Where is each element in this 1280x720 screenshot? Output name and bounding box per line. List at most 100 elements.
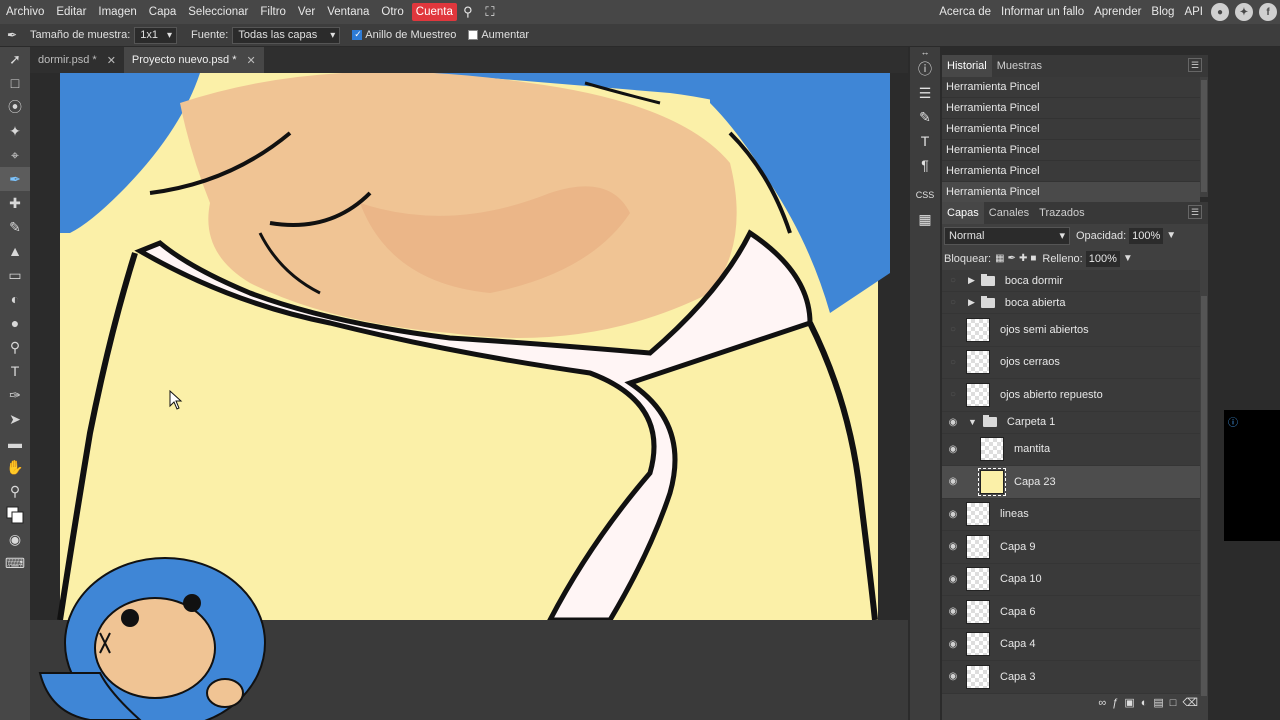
css-icon[interactable]: CSS bbox=[910, 183, 940, 207]
paragraph-icon[interactable]: ¶ bbox=[910, 153, 940, 177]
eye-icon[interactable]: ◉ bbox=[942, 574, 964, 585]
layer-row[interactable]: ◉ Capa 10 bbox=[942, 563, 1200, 596]
facebook-icon[interactable]: f bbox=[1259, 3, 1277, 21]
fullscreen-icon[interactable]: ⛶ bbox=[479, 0, 501, 24]
properties-icon[interactable]: ☰ bbox=[910, 81, 940, 105]
eraser-tool-icon[interactable]: ▭ bbox=[0, 263, 30, 287]
layer-row[interactable]: ○ ojos abierto repuesto bbox=[942, 379, 1200, 412]
menu-report-bug[interactable]: Informar un fallo bbox=[996, 0, 1089, 24]
tab-proyecto-nuevo[interactable]: Proyecto nuevo.psd * ✕ bbox=[123, 47, 264, 73]
lock-pixels-icon[interactable]: ✒ bbox=[1008, 253, 1016, 264]
new-folder-icon[interactable]: ▤ bbox=[1153, 696, 1163, 709]
eye-icon[interactable]: ◉ bbox=[942, 476, 964, 487]
menu-blog[interactable]: Blog bbox=[1146, 0, 1179, 24]
panel-menu-icon[interactable]: ☰ bbox=[1188, 58, 1202, 72]
menu-editar[interactable]: Editar bbox=[50, 0, 92, 24]
search-icon[interactable]: ⚲ bbox=[457, 0, 479, 24]
mask-icon[interactable]: ▣ bbox=[1124, 696, 1134, 709]
link-icon[interactable]: ∞ bbox=[1098, 697, 1106, 709]
visibility-toggle-icon[interactable]: ○ bbox=[942, 275, 964, 286]
visibility-toggle-icon[interactable]: ○ bbox=[942, 324, 964, 335]
twitter-icon[interactable]: ✦ bbox=[1235, 3, 1253, 21]
delete-layer-icon[interactable]: ⌫ bbox=[1182, 696, 1198, 709]
menu-ver[interactable]: Ver bbox=[292, 0, 321, 24]
dodge-tool-icon[interactable]: ⚲ bbox=[0, 335, 30, 359]
lock-position-icon[interactable]: ✚ bbox=[1019, 253, 1027, 264]
eye-icon[interactable]: ◉ bbox=[942, 509, 964, 520]
brush-settings-icon[interactable]: ✎ bbox=[910, 105, 940, 129]
history-item[interactable]: Herramienta Pincel bbox=[942, 182, 1200, 203]
menu-ventana[interactable]: Ventana bbox=[321, 0, 375, 24]
layer-row[interactable]: ○ ojos semi abiertos bbox=[942, 314, 1200, 347]
eye-icon[interactable]: ◉ bbox=[942, 417, 964, 428]
enlarge-checkbox[interactable] bbox=[468, 30, 479, 40]
layer-row[interactable]: ◉ mantita bbox=[942, 433, 1200, 466]
tab-dormir[interactable]: dormir.psd * ✕ bbox=[30, 47, 124, 73]
opacity-value[interactable]: 100% bbox=[1129, 227, 1164, 244]
effects-icon[interactable]: ƒ bbox=[1112, 697, 1118, 709]
pen-tool-icon[interactable]: ✑ bbox=[0, 383, 30, 407]
fill-value[interactable]: 100% bbox=[1085, 250, 1120, 267]
canvas-area[interactable] bbox=[30, 73, 908, 720]
eye-icon[interactable]: ◉ bbox=[942, 671, 964, 682]
layer-row[interactable]: ◉ lineas bbox=[942, 498, 1200, 531]
collapse-icon[interactable]: ↔ bbox=[910, 47, 940, 57]
layer-row[interactable]: ◉ Capa 6 bbox=[942, 596, 1200, 629]
clone-stamp-tool-icon[interactable]: ▲ bbox=[0, 239, 30, 263]
visibility-toggle-icon[interactable]: ○ bbox=[942, 297, 964, 308]
lasso-tool-icon[interactable]: ⦿ bbox=[0, 95, 30, 119]
eye-icon[interactable]: ◉ bbox=[942, 444, 964, 455]
info-icon[interactable]: ⓘ bbox=[910, 57, 940, 81]
layer-row[interactable]: ○ ▶ boca dormir bbox=[942, 270, 1200, 292]
info-icon[interactable]: ⓘ bbox=[1228, 414, 1238, 429]
layers-scrollbar[interactable] bbox=[1201, 296, 1207, 696]
crop-tool-icon[interactable]: ⌖ bbox=[0, 143, 30, 167]
history-scrollbar[interactable] bbox=[1201, 80, 1207, 192]
tab-historial[interactable]: Historial bbox=[942, 55, 992, 77]
menu-about[interactable]: Acerca de bbox=[934, 0, 996, 24]
blur-tool-icon[interactable]: ● bbox=[0, 311, 30, 335]
history-item[interactable]: Herramienta Pincel bbox=[942, 140, 1200, 161]
history-item[interactable]: Herramienta Pincel bbox=[942, 98, 1200, 119]
close-icon[interactable]: ✕ bbox=[247, 54, 256, 67]
layer-row[interactable]: ○ ojos cerraos bbox=[942, 346, 1200, 379]
history-item[interactable]: Herramienta Pincel bbox=[942, 119, 1200, 140]
sampling-ring-checkbox[interactable] bbox=[352, 29, 363, 40]
expand-triangle-icon[interactable]: ▶ bbox=[968, 275, 975, 286]
zoom-tool-icon[interactable]: ⚲ bbox=[0, 479, 30, 503]
move-tool-icon[interactable]: ➚ bbox=[0, 47, 30, 71]
menu-imagen[interactable]: Imagen bbox=[92, 0, 142, 24]
artwork-canvas[interactable] bbox=[30, 73, 908, 720]
eyedropper-tool-icon[interactable]: ✒ bbox=[0, 167, 30, 191]
hand-tool-icon[interactable]: ✋ bbox=[0, 455, 30, 479]
reddit-icon[interactable]: ● bbox=[1211, 3, 1229, 21]
healing-tool-icon[interactable]: ✚ bbox=[0, 191, 30, 215]
visibility-toggle-icon[interactable]: ○ bbox=[942, 389, 964, 400]
menu-learn[interactable]: Aprender bbox=[1089, 0, 1146, 24]
layer-row-selected[interactable]: ◉ Capa 23 bbox=[942, 466, 1200, 499]
lock-transparency-icon[interactable]: ▦ bbox=[995, 253, 1004, 264]
tab-capas[interactable]: Capas bbox=[942, 202, 984, 224]
character-icon[interactable]: T bbox=[910, 129, 940, 153]
expand-triangle-icon[interactable]: ▶ bbox=[968, 297, 975, 308]
color-swatches-icon[interactable] bbox=[0, 503, 30, 527]
visibility-toggle-icon[interactable]: ○ bbox=[942, 357, 964, 368]
menu-capa[interactable]: Capa bbox=[143, 0, 183, 24]
adjustment-icon[interactable]: ◐ bbox=[1141, 697, 1148, 709]
menu-seleccionar[interactable]: Seleccionar bbox=[182, 0, 254, 24]
account-button[interactable]: Cuenta bbox=[411, 3, 457, 21]
layer-row[interactable]: ○ ▶ boca abierta bbox=[942, 292, 1200, 314]
menu-api[interactable]: API bbox=[1179, 0, 1208, 24]
sample-size-select[interactable]: 1x1 bbox=[134, 26, 178, 44]
shape-tool-icon[interactable]: ▬ bbox=[0, 431, 30, 455]
bucket-tool-icon[interactable]: ◐ bbox=[0, 287, 30, 311]
layer-row[interactable]: ◉ ▼ Carpeta 1 bbox=[942, 411, 1200, 434]
magic-wand-tool-icon[interactable]: ✦ bbox=[0, 119, 30, 143]
menu-otro[interactable]: Otro bbox=[375, 0, 409, 24]
source-select[interactable]: Todas las capas bbox=[232, 26, 341, 44]
tab-muestras[interactable]: Muestras bbox=[992, 55, 1047, 77]
panel-menu-icon[interactable]: ☰ bbox=[1188, 205, 1202, 219]
layer-row[interactable]: ◉ Capa 3 bbox=[942, 661, 1200, 694]
lock-all-icon[interactable]: ■ bbox=[1030, 253, 1036, 264]
eye-icon[interactable]: ◉ bbox=[942, 541, 964, 552]
